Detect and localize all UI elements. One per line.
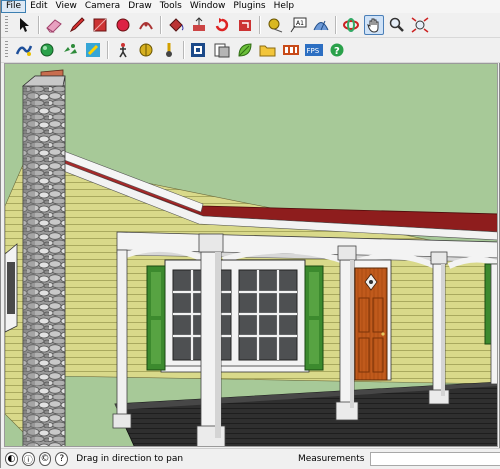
toolbar-grip[interactable] [5, 41, 8, 59]
toolbar-separator [107, 41, 108, 59]
svg-text:?: ? [334, 46, 340, 57]
orbit-icon[interactable] [341, 15, 361, 35]
model-info-icon[interactable] [159, 40, 179, 60]
toolbar-separator [183, 41, 184, 59]
menu-plugins[interactable]: Plugins [229, 0, 269, 13]
sketchup-window: File Edit View Camera Draw Tools Window … [0, 0, 500, 469]
text-label-icon[interactable]: A1 [288, 15, 308, 35]
film-animation-icon[interactable] [281, 40, 301, 60]
menu-window[interactable]: Window [186, 0, 230, 13]
menu-camera[interactable]: Camera [81, 0, 124, 13]
select-arrow-icon[interactable] [14, 15, 34, 35]
copyright-icon[interactable]: © [38, 452, 52, 466]
position-camera-icon[interactable] [136, 40, 156, 60]
svg-text:FPS: FPS [306, 47, 319, 55]
protractor-icon[interactable] [311, 15, 331, 35]
follow-me-icon[interactable] [235, 15, 255, 35]
help-question-icon[interactable]: ? [327, 40, 347, 60]
ruby-console-icon[interactable] [37, 40, 57, 60]
secondary-toolbar: FPS ? [1, 38, 500, 63]
outliner-icon[interactable] [189, 40, 209, 60]
toolbar-separator [259, 16, 260, 34]
menu-tools[interactable]: Tools [156, 0, 186, 13]
pencil-line-icon[interactable] [67, 15, 87, 35]
help-question-icon[interactable]: ? [55, 452, 69, 466]
circle-icon[interactable] [113, 15, 133, 35]
paint-bucket-icon[interactable] [166, 15, 186, 35]
status-message: Drag in direction to pan [76, 454, 184, 464]
push-pull-icon[interactable] [189, 15, 209, 35]
toolbar-separator [335, 16, 336, 34]
toolbar-grip[interactable] [5, 16, 8, 34]
eraser-icon[interactable] [44, 15, 64, 35]
geo-location-icon[interactable]: ◐ [5, 452, 18, 466]
pan-hand-icon[interactable] [363, 15, 384, 35]
svg-text:A1: A1 [296, 20, 304, 27]
measurements-label: Measurements [297, 454, 365, 464]
components-icon[interactable] [60, 40, 80, 60]
styles-icon[interactable] [83, 40, 103, 60]
menu-bar: File Edit View Camera Draw Tools Window … [1, 0, 500, 13]
main-toolbar: A1 [1, 13, 500, 38]
toolbar-separator [160, 16, 161, 34]
rectangle-icon[interactable] [90, 15, 110, 35]
walk-person-icon[interactable] [113, 40, 133, 60]
menu-file[interactable]: File [1, 0, 27, 13]
fps-counter-icon[interactable]: FPS [304, 40, 324, 60]
menu-draw[interactable]: Draw [124, 0, 156, 13]
materials-icon[interactable] [212, 40, 232, 60]
open-folder-icon[interactable] [258, 40, 278, 60]
model-viewport[interactable] [4, 63, 498, 447]
menu-view[interactable]: View [52, 0, 81, 13]
leaf-icon[interactable] [235, 40, 255, 60]
status-bar: ◐ ⓘ © ? Drag in direction to pan Measure… [1, 448, 500, 469]
arc-icon[interactable] [136, 15, 156, 35]
menu-help[interactable]: Help [270, 0, 299, 13]
house-3d-model[interactable] [5, 64, 498, 447]
tape-measure-icon[interactable] [265, 15, 285, 35]
rotate-icon[interactable] [212, 15, 232, 35]
zoom-extents-icon[interactable] [410, 15, 430, 35]
toolbar-separator [38, 16, 39, 34]
credits-icon[interactable]: ⓘ [21, 452, 35, 466]
measurements-field[interactable] [370, 452, 500, 466]
menu-edit[interactable]: Edit [26, 0, 51, 13]
zoom-magnifier-icon[interactable] [387, 15, 407, 35]
sandbox-icon[interactable] [14, 40, 34, 60]
